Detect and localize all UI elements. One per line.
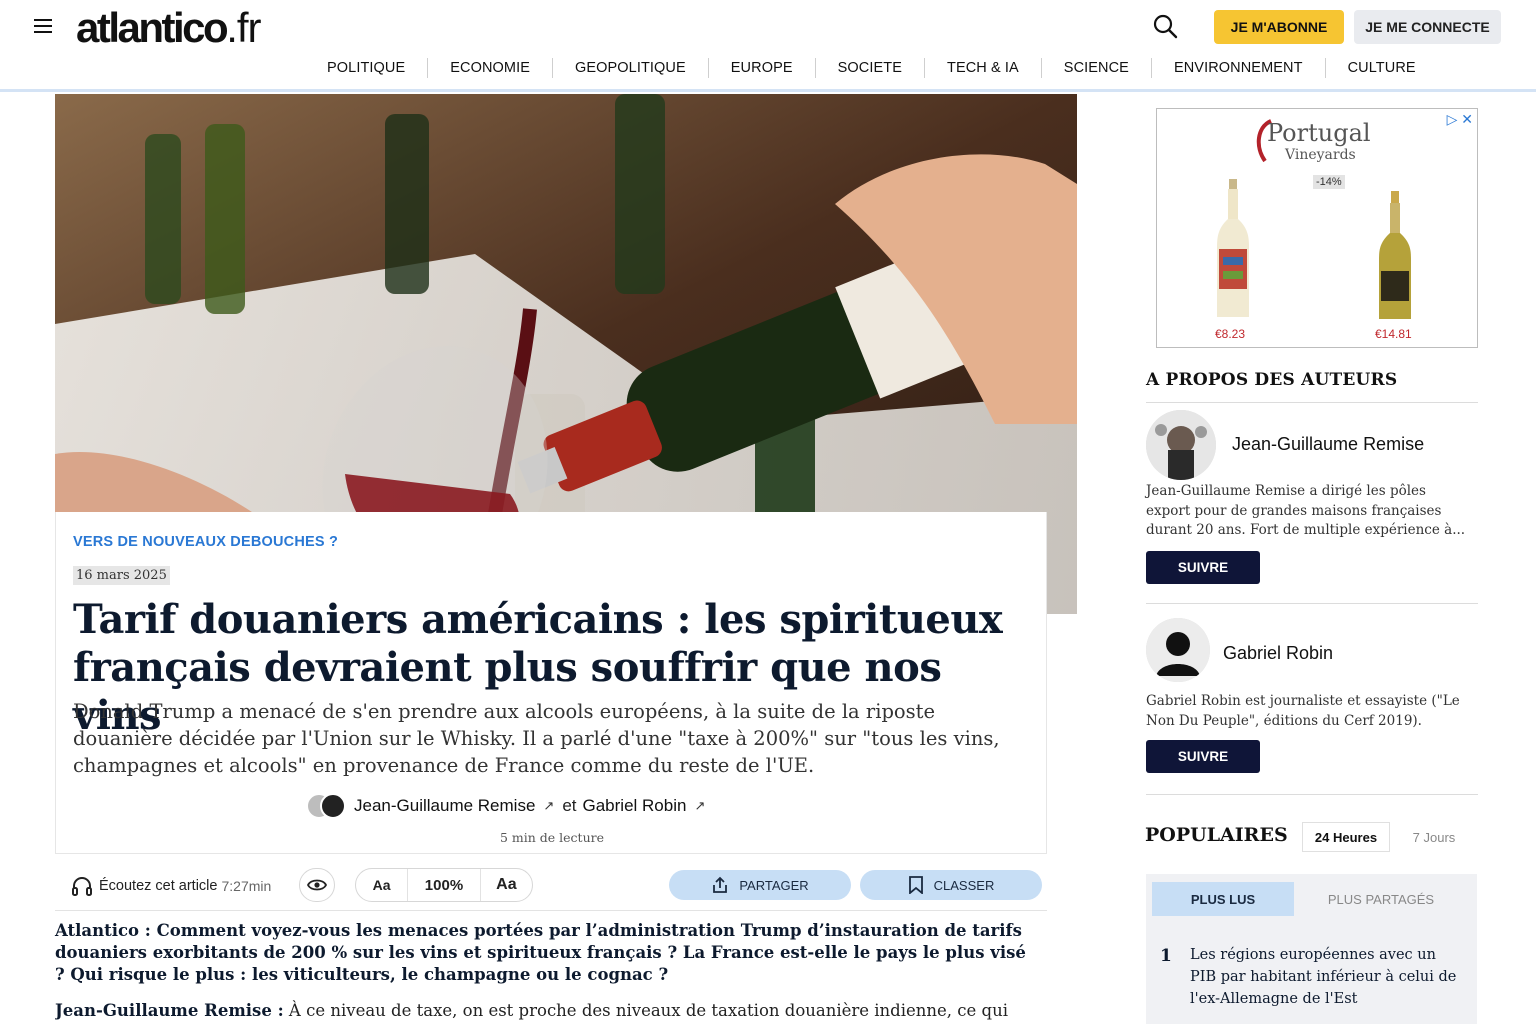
save-label: CLASSER xyxy=(933,877,995,893)
divider xyxy=(1146,603,1478,604)
ad-brand-sub: Vineyards xyxy=(1285,147,1356,163)
external-link-arrow-icon: ↗ xyxy=(694,798,706,813)
interview-answer: Jean-Guillaume Remise : À ce niveau de t… xyxy=(55,1000,1035,1022)
authors-avatar-group xyxy=(306,792,346,820)
eye-icon xyxy=(307,879,327,891)
reading-mode-button[interactable] xyxy=(299,868,335,902)
ad-price: €8.23 xyxy=(1215,327,1246,341)
nav-item-science[interactable]: SCIENCE xyxy=(1042,58,1152,78)
tab-7-days[interactable]: 7 Jours xyxy=(1398,822,1470,852)
sidebar-advertisement[interactable]: ▷ ✕ Portugal Vineyards -14% €8.23 €14.81 xyxy=(1156,108,1478,348)
article-date: 16 mars 2025 xyxy=(73,566,170,585)
author-name-remise[interactable]: Jean-Guillaume Remise xyxy=(1232,434,1424,455)
nav-item-economie[interactable]: ECONOMIE xyxy=(428,58,553,78)
article-chapo: Donald Trump a menacé de s'en prendre au… xyxy=(73,700,1000,777)
search-icon[interactable] xyxy=(1152,13,1180,41)
subscribe-button[interactable]: JE M'ABONNE xyxy=(1214,10,1344,44)
font-smaller-button[interactable]: Aa xyxy=(356,869,407,901)
headphones-icon xyxy=(72,877,92,896)
share-label: PARTAGER xyxy=(739,877,809,893)
author-avatar-remise[interactable] xyxy=(1146,410,1216,480)
login-button[interactable]: JE ME CONNECTE xyxy=(1354,10,1501,44)
answer-speaker: Jean-Guillaume Remise : xyxy=(55,1001,284,1020)
author-avatar-robin[interactable] xyxy=(1146,618,1210,682)
nav-item-politique[interactable]: POLITIQUE xyxy=(305,58,429,78)
bookmark-icon xyxy=(908,876,923,894)
interview-question: Atlantico : Comment voyez-vous les menac… xyxy=(55,921,1026,984)
wine-bottle-image xyxy=(1379,191,1411,319)
tab-24-hours[interactable]: 24 Heures xyxy=(1302,822,1390,852)
font-size-control: Aa 100% Aa xyxy=(355,868,533,902)
popular-article-link[interactable]: Les régions européennes avec un PIB par … xyxy=(1190,944,1465,1010)
hamburger-menu-icon[interactable] xyxy=(34,19,52,33)
font-larger-button[interactable]: Aa xyxy=(481,869,532,901)
article-header-card: VERS DE NOUVEAUX DEBOUCHES ? 16 mars 202… xyxy=(55,512,1047,854)
read-time: 5 min de lecture xyxy=(499,830,605,845)
follow-author-button[interactable]: SUIVRE xyxy=(1146,740,1260,773)
listen-duration: 7:27min xyxy=(221,878,272,894)
ad-discount-badge: -14% xyxy=(1313,175,1345,189)
site-logo[interactable]: atlantico.fr xyxy=(76,4,262,52)
divider xyxy=(1146,402,1478,403)
answer-text: À ce niveau de taxe, on est proche des n… xyxy=(283,1001,1009,1020)
listen-article-button[interactable]: Écoutez cet article 7:27min xyxy=(71,876,271,896)
author-link-robin[interactable]: Gabriel Robin xyxy=(583,796,687,816)
divider xyxy=(1146,794,1478,795)
popular-list-box: PLUS LUS PLUS PARTAGÉS 1 Les régions eur… xyxy=(1146,874,1477,1024)
tab-most-read[interactable]: PLUS LUS xyxy=(1152,882,1294,916)
nav-item-europe[interactable]: EUROPE xyxy=(709,58,816,78)
ad-brand: Portugal xyxy=(1267,119,1371,147)
zoom-level: 100% xyxy=(407,869,481,901)
author-link-remise[interactable]: Jean-Guillaume Remise xyxy=(354,796,535,816)
authors-section-title: A PROPOS DES AUTEURS xyxy=(1146,370,1398,390)
popular-section-title: POPULAIRES xyxy=(1145,824,1288,846)
listen-label: Écoutez cet article xyxy=(99,878,218,894)
nav-item-environnement[interactable]: ENVIRONNEMENT xyxy=(1152,58,1326,78)
popular-rank: 1 xyxy=(1160,946,1172,966)
nav-item-societe[interactable]: SOCIETE xyxy=(816,58,925,78)
ad-choices-close-icon[interactable]: ▷ ✕ xyxy=(1447,111,1473,128)
follow-author-button[interactable]: SUIVRE xyxy=(1146,551,1260,584)
share-icon xyxy=(713,876,728,893)
nav-item-geopolitique[interactable]: GEOPOLITIQUE xyxy=(553,58,709,78)
author-bio-remise: Jean-Guillaume Remise a dirigé les pôles… xyxy=(1146,483,1466,538)
ad-price: €14.81 xyxy=(1375,327,1412,341)
tab-most-shared[interactable]: PLUS PARTAGÉS xyxy=(1306,882,1456,916)
author-name-robin[interactable]: Gabriel Robin xyxy=(1223,643,1333,664)
site-header: atlantico.fr JE M'ABONNE JE ME CONNECTE … xyxy=(0,0,1536,92)
wine-bottle-image xyxy=(1217,179,1249,317)
article-kicker[interactable]: VERS DE NOUVEAUX DEBOUCHES ? xyxy=(73,534,338,550)
main-nav: POLITIQUE ECONOMIE GEOPOLITIQUE EUROPE S… xyxy=(305,58,1438,78)
nav-item-culture[interactable]: CULTURE xyxy=(1326,58,1438,78)
avatar xyxy=(320,793,346,819)
share-button[interactable]: PARTAGER xyxy=(669,870,851,900)
article-toolbar: Écoutez cet article 7:27min Aa 100% Aa P… xyxy=(55,866,1047,911)
save-button[interactable]: CLASSER xyxy=(860,870,1042,900)
byline-separator: et xyxy=(562,796,577,815)
author-bio-robin: Gabriel Robin est journaliste et essayis… xyxy=(1146,693,1460,729)
nav-item-tech-ia[interactable]: TECH & IA xyxy=(925,58,1042,78)
article-byline: Jean-Guillaume Remise ↗ et Gabriel Robin… xyxy=(306,792,713,820)
external-link-arrow-icon: ↗ xyxy=(543,798,555,813)
